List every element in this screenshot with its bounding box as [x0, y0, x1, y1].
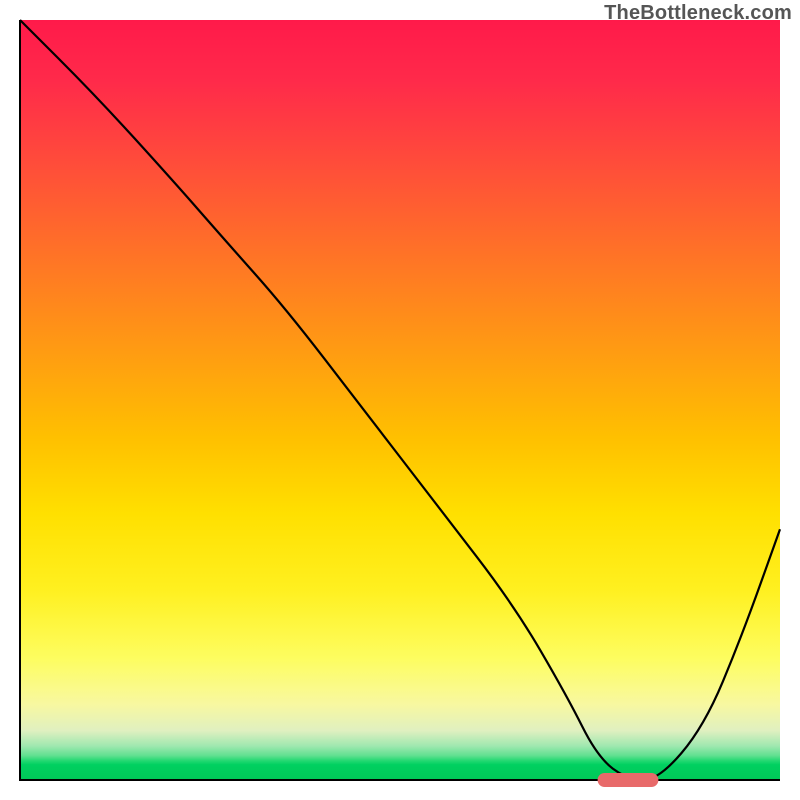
axis-frame	[20, 20, 780, 780]
optimum-marker	[598, 773, 659, 787]
plot-svg	[0, 0, 800, 800]
bottleneck-curve	[20, 20, 780, 780]
bottleneck-chart: TheBottleneck.com	[0, 0, 800, 800]
